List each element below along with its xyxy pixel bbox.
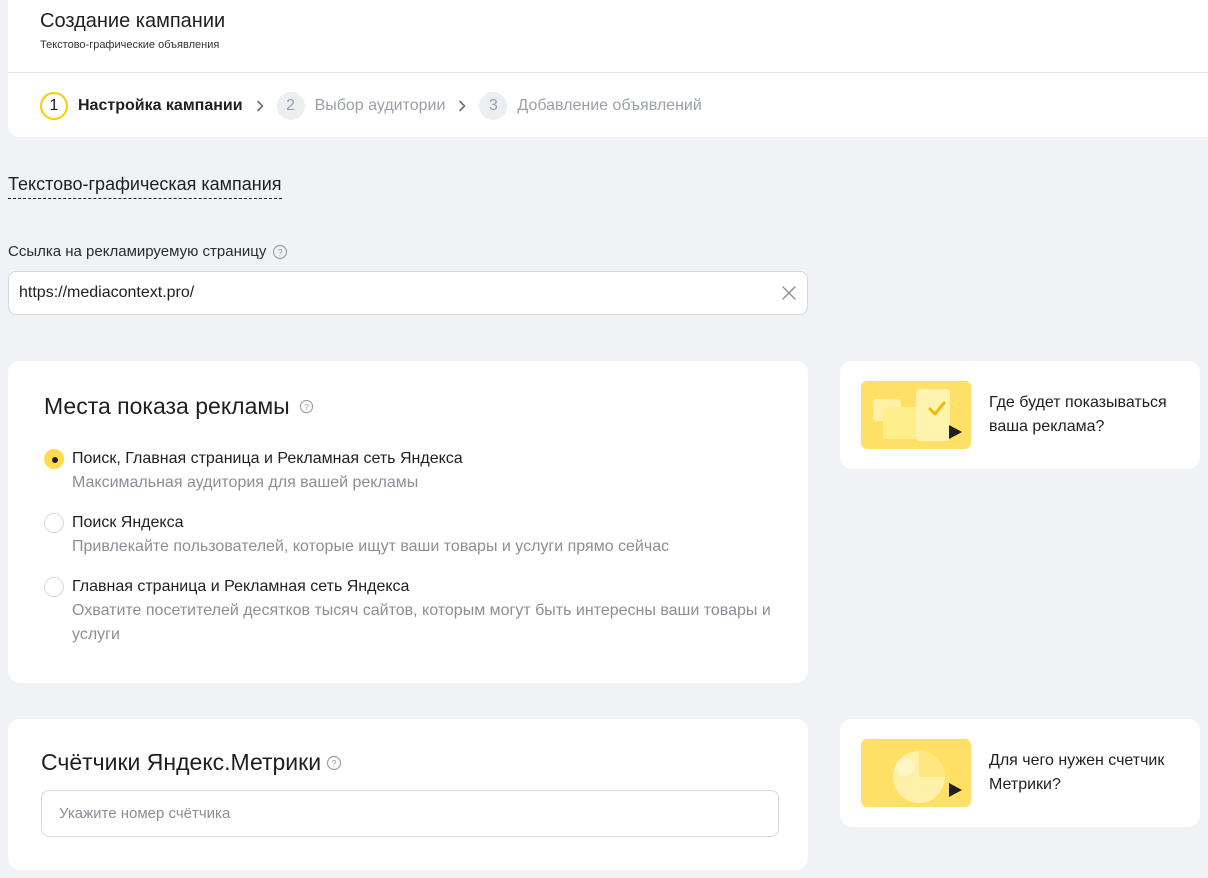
radio-button[interactable] — [44, 513, 64, 533]
url-label-text: Ссылка на рекламируемую страницу — [8, 243, 267, 260]
svg-text:?: ? — [332, 758, 337, 768]
step-label: Добавление объявлений — [517, 97, 702, 114]
help-icon[interactable]: ? — [272, 244, 288, 260]
step-number: 2 — [276, 92, 305, 120]
page-title: Создание кампании — [40, 10, 226, 32]
help-card-text: Где будет показываться ваша реклама? — [989, 394, 1167, 435]
header-divider — [8, 72, 1208, 73]
option-title: Поиск, Главная страница и Рекламная сеть… — [72, 450, 463, 467]
help-icon[interactable]: ? — [326, 755, 342, 771]
step-audience[interactable]: 2 Выбор аудитории — [276, 92, 446, 120]
metrica-input-wrapper — [41, 790, 779, 837]
placement-option-network[interactable]: Главная страница и Рекламная сеть Яндекс… — [44, 575, 784, 647]
step-label: Настройка кампании — [78, 97, 243, 114]
radio-button[interactable] — [44, 449, 64, 469]
page-header: Создание кампании Текстово-графические о… — [8, 0, 1208, 137]
option-description: Охватите посетителей десятков тысяч сайт… — [72, 602, 771, 643]
metrica-card: Счётчики Яндекс.Метрики ? — [8, 719, 808, 870]
placements-title: Места показа рекламы ? — [44, 393, 314, 420]
option-description: Максимальная аудитория для вашей рекламы — [72, 474, 419, 491]
url-input[interactable] — [19, 272, 769, 314]
step-number: 3 — [479, 92, 508, 120]
step-number: 1 — [40, 92, 68, 120]
metrica-title: Счётчики Яндекс.Метрики ? — [41, 749, 342, 776]
page-subtitle: Текстово-графические объявления — [40, 39, 220, 51]
placement-option-search[interactable]: Поиск Яндекса Привлекайте пользователей,… — [44, 511, 784, 559]
metrica-counter-input[interactable] — [42, 791, 778, 836]
placements-title-text: Места показа рекламы — [44, 393, 290, 419]
help-video-card-placements[interactable]: Где будет показываться ваша реклама? — [840, 361, 1200, 469]
help-icon[interactable]: ? — [299, 399, 314, 414]
chevron-right-icon — [445, 100, 479, 112]
video-thumbnail — [861, 739, 971, 807]
chevron-right-icon — [243, 100, 277, 112]
svg-text:?: ? — [304, 402, 309, 412]
placements-card: Места показа рекламы ? Поиск, Главная ст… — [8, 361, 808, 683]
step-campaign-settings[interactable]: 1 Настройка кампании — [40, 92, 243, 120]
step-label: Выбор аудитории — [314, 97, 446, 114]
url-field-label: Ссылка на рекламируемую страницу ? — [8, 243, 288, 260]
step-ads[interactable]: 3 Добавление объявлений — [479, 92, 702, 120]
svg-text:?: ? — [278, 247, 283, 257]
option-title: Поиск Яндекса — [72, 514, 184, 531]
help-card-text: Для чего нужен счетчик Метрики? — [989, 752, 1165, 793]
url-input-wrapper — [8, 271, 808, 315]
option-title: Главная страница и Рекламная сеть Яндекс… — [72, 578, 410, 595]
campaign-type-selector[interactable]: Текстово-графическая кампания — [8, 174, 282, 199]
placement-option-all[interactable]: Поиск, Главная страница и Рекламная сеть… — [44, 447, 784, 495]
stepper: 1 Настройка кампании 2 Выбор аудитории 3… — [40, 91, 702, 121]
video-thumbnail — [861, 381, 971, 449]
help-video-card-metrica[interactable]: Для чего нужен счетчик Метрики? — [840, 719, 1200, 827]
option-description: Привлекайте пользователей, которые ищут … — [72, 538, 670, 555]
clear-icon[interactable] — [781, 285, 797, 301]
metrica-title-text: Счётчики Яндекс.Метрики — [41, 749, 322, 775]
radio-button[interactable] — [44, 577, 64, 597]
